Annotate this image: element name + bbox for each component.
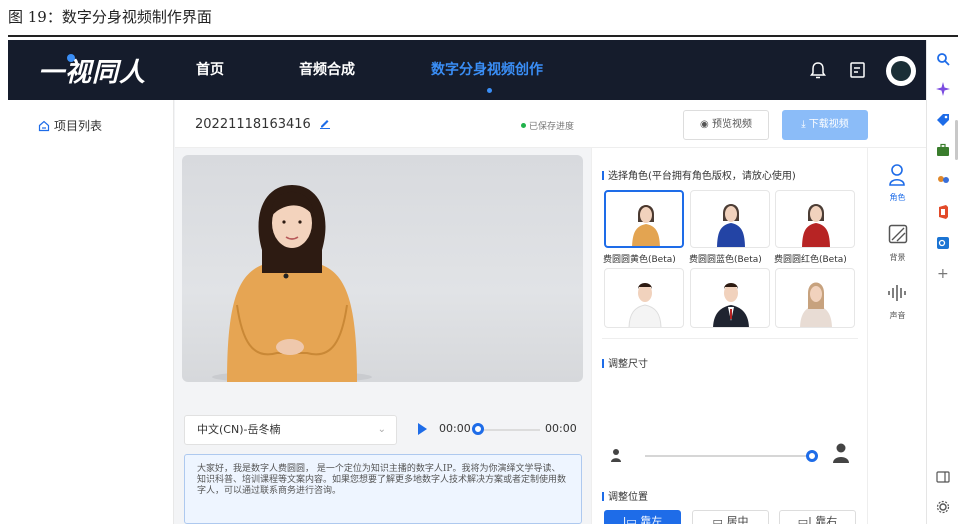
align-center-icon: ▭ xyxy=(712,515,723,524)
role-name-blue: 费圆圆蓝色(Beta) xyxy=(689,255,762,265)
small-person-icon xyxy=(611,449,621,462)
tab-role[interactable]: 角色 xyxy=(868,158,926,214)
play-icon[interactable] xyxy=(418,423,427,435)
tab-role-label: 角色 xyxy=(889,193,906,202)
tag-icon[interactable] xyxy=(936,113,950,127)
settings-gear-icon[interactable] xyxy=(936,500,950,514)
voice-selected-value: 中文(CN)-岳冬楠 xyxy=(197,423,281,436)
download-icon: ⤓ xyxy=(801,119,806,130)
user-avatar[interactable] xyxy=(886,56,916,86)
preview-label: 预览视频 xyxy=(711,119,752,130)
nav-home[interactable]: 首页 xyxy=(196,40,224,100)
preview-video-button[interactable]: ◉ 预览视频 xyxy=(683,110,769,140)
toolbox-icon[interactable] xyxy=(936,143,950,157)
role-card-blue[interactable] xyxy=(690,190,770,248)
role-thumbnail xyxy=(802,204,830,247)
align-left-label: 靠左 xyxy=(640,515,663,524)
role-thumbnail xyxy=(800,282,832,327)
large-person-icon xyxy=(833,443,849,463)
edit-note-icon[interactable] xyxy=(848,60,868,80)
sidebar-scrollbar[interactable] xyxy=(955,120,958,160)
role-card-red[interactable] xyxy=(775,190,855,248)
progress-track[interactable] xyxy=(480,429,540,431)
sound-wave-icon xyxy=(888,285,906,301)
download-label: 下载视频 xyxy=(808,119,849,130)
panel-tab-column: 角色 背景 声音 xyxy=(867,148,926,524)
role-card-4[interactable] xyxy=(604,268,684,328)
office-icon[interactable] xyxy=(936,205,950,219)
top-navbar: 一视同人 首页 音频合成 数字分身视频创作 xyxy=(8,40,926,100)
video-preview-canvas[interactable] xyxy=(182,155,583,382)
adjust-size-title: 调整尺寸 xyxy=(602,355,648,370)
role-thumbnail xyxy=(713,283,749,327)
align-left-button[interactable]: |▭ 靠左 xyxy=(604,510,681,524)
role-thumbnail xyxy=(632,205,660,246)
tab-background-label: 背景 xyxy=(889,253,906,262)
outlook-icon[interactable] xyxy=(936,236,950,250)
tab-background[interactable]: 背景 xyxy=(868,218,926,274)
search-icon[interactable] xyxy=(936,52,950,66)
voice-select-dropdown[interactable]: 中文(CN)-岳冬楠 ⌄ xyxy=(184,415,397,445)
app-logo[interactable]: 一视同人 xyxy=(38,52,146,89)
rename-pencil-icon[interactable] xyxy=(319,117,331,129)
save-status-text: 已保存进度 xyxy=(529,122,575,132)
project-list-label: 项目列表 xyxy=(54,119,103,133)
settings-panel: 选择角色(平台拥有角色版权，请放心使用) 费圆圆黄色(Beta) 费圆圆蓝色(B… xyxy=(591,148,867,524)
sparkle-icon[interactable] xyxy=(936,82,950,96)
project-header: 20221118163416 已保存进度 ◉ 预览视频 ⤓ 下载视频 xyxy=(175,100,926,148)
total-time: 00:00 xyxy=(545,422,577,435)
collapse-panel-icon[interactable] xyxy=(936,470,950,484)
home-icon xyxy=(38,120,50,132)
left-sidebar: 项目列表 xyxy=(8,100,174,524)
align-left-icon: |▭ xyxy=(622,515,637,524)
align-right-button[interactable]: ▭| 靠右 xyxy=(779,510,856,524)
project-title: 20221118163416 xyxy=(195,117,331,132)
active-nav-indicator xyxy=(487,88,492,93)
add-icon[interactable]: + xyxy=(937,266,949,282)
role-name-yellow: 费圆圆黄色(Beta) xyxy=(603,255,676,265)
project-id: 20221118163416 xyxy=(195,117,311,132)
bell-icon[interactable] xyxy=(808,60,828,80)
size-slider-track[interactable] xyxy=(645,455,815,457)
logo-dot xyxy=(67,54,75,62)
browser-sidebar: + xyxy=(926,40,960,524)
align-center-button[interactable]: ▭ 居中 xyxy=(692,510,769,524)
role-card-6[interactable] xyxy=(775,268,855,328)
role-name-red: 费圆圆红色(Beta) xyxy=(774,255,847,265)
chevron-down-icon: ⌄ xyxy=(377,424,386,435)
caption-divider xyxy=(8,35,958,37)
eye-icon: ◉ xyxy=(700,119,709,130)
audio-player: 00:00 00:00 xyxy=(418,420,578,440)
tab-sound[interactable]: 声音 xyxy=(868,276,926,332)
size-slider-knob[interactable] xyxy=(806,450,818,462)
project-list-link[interactable]: 项目列表 xyxy=(38,117,102,134)
current-time: 00:00 xyxy=(439,422,471,435)
tab-sound-label: 声音 xyxy=(889,311,906,320)
figure-caption: 图 19：数字分身视频制作界面 xyxy=(8,8,212,26)
role-card-yellow[interactable] xyxy=(604,190,684,248)
role-thumbnail xyxy=(628,283,662,327)
nav-audio-synthesis[interactable]: 音频合成 xyxy=(299,40,355,100)
role-card-5[interactable] xyxy=(690,268,770,328)
section-divider xyxy=(602,338,858,339)
background-icon xyxy=(888,224,908,244)
save-status: 已保存进度 xyxy=(521,119,574,132)
script-text-area[interactable]: 大家好，我是数字人费圆圆， 是一个定位为知识主播的数字人IP。我将为你演绎文学导… xyxy=(184,454,582,524)
save-status-dot xyxy=(521,123,526,128)
presenter-figure xyxy=(212,185,372,382)
person-icon xyxy=(889,164,905,186)
people-icon[interactable] xyxy=(936,174,950,188)
progress-knob[interactable] xyxy=(472,423,484,435)
align-right-icon: ▭| xyxy=(797,515,812,524)
select-role-title: 选择角色(平台拥有角色版权，请放心使用) xyxy=(602,167,796,182)
align-right-label: 靠右 xyxy=(815,515,838,524)
adjust-position-title: 调整位置 xyxy=(602,488,648,503)
align-center-label: 居中 xyxy=(726,515,749,524)
role-thumbnail xyxy=(717,204,745,247)
app-window: 一视同人 首页 音频合成 数字分身视频创作 项目列表 2022111816341… xyxy=(8,40,926,524)
download-video-button[interactable]: ⤓ 下载视频 xyxy=(782,110,868,140)
